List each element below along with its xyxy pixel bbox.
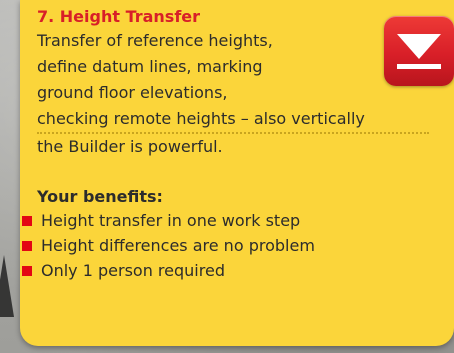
benefit-item: Height transfer in one work step bbox=[22, 208, 444, 233]
description: Transfer of reference heights, define da… bbox=[37, 28, 444, 160]
card-title: 7. Height Transfer bbox=[37, 7, 201, 26]
bullet-square-icon bbox=[22, 240, 32, 251]
bullet-square-icon bbox=[22, 265, 32, 276]
description-line: the Builder is powerful. bbox=[37, 137, 223, 156]
benefit-item: Only 1 person required bbox=[22, 258, 444, 283]
benefit-text: Height transfer in one work step bbox=[41, 211, 301, 230]
benefit-item: Height differences are no problem bbox=[22, 233, 444, 258]
collapse-arrow-down-icon bbox=[397, 34, 441, 69]
benefits-heading: Your benefits: bbox=[37, 187, 163, 206]
benefit-text: Height differences are no problem bbox=[41, 236, 315, 255]
card-content: 7. Height Transfer Transfer of reference… bbox=[22, 6, 444, 283]
bullet-square-icon bbox=[22, 215, 32, 226]
description-line: checking remote heights – also verticall… bbox=[37, 109, 365, 128]
benefit-text: Only 1 person required bbox=[41, 261, 225, 280]
benefits-list: Height transfer in one work step Height … bbox=[22, 208, 444, 283]
collapse-toggle-button[interactable] bbox=[384, 16, 454, 86]
description-line: define datum lines, marking bbox=[37, 57, 263, 76]
background-arrow-icon bbox=[0, 255, 14, 317]
dotted-separator: checking remote heights – also verticall… bbox=[37, 106, 429, 134]
description-line: Transfer of reference heights, bbox=[37, 31, 273, 50]
info-card: 7. Height Transfer Transfer of reference… bbox=[20, 0, 454, 346]
description-line: ground floor elevations, bbox=[37, 83, 228, 102]
